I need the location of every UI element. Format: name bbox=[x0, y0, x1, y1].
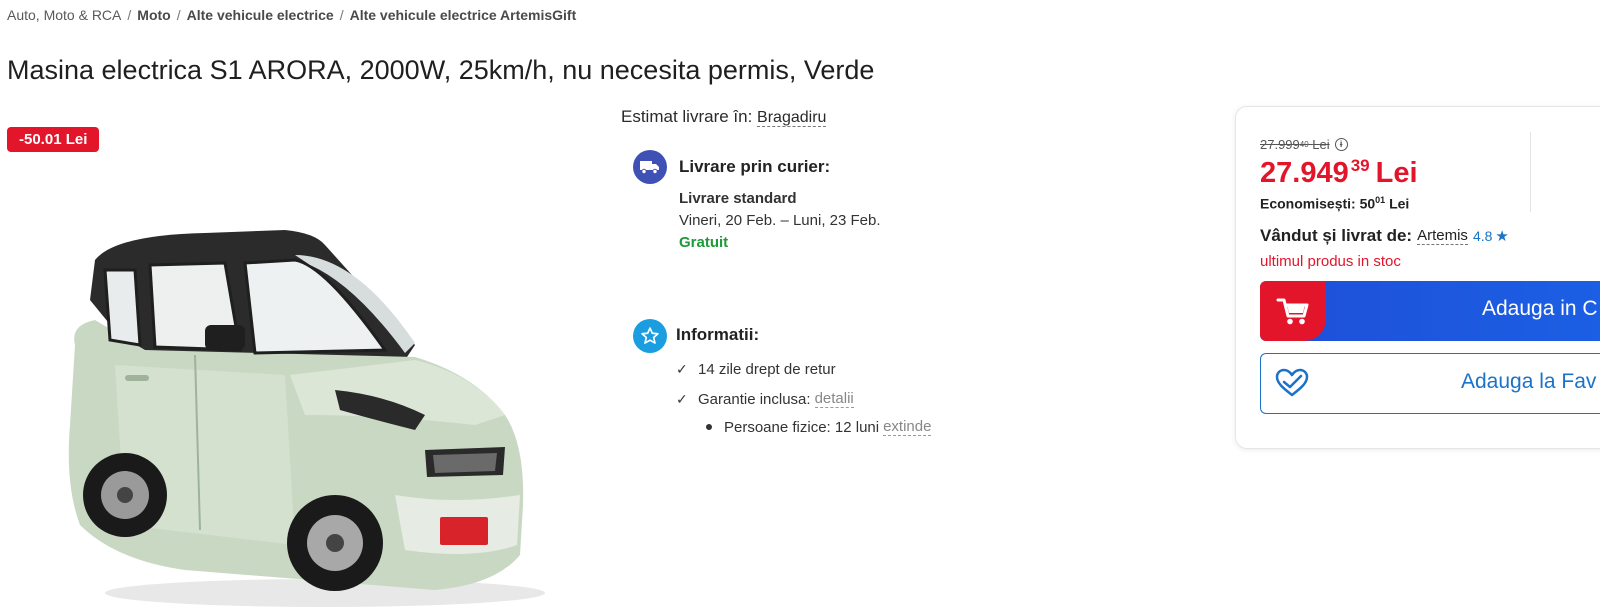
check-icon: ✓ bbox=[676, 361, 688, 377]
current-price-int: 27.949 bbox=[1260, 157, 1349, 189]
product-image[interactable] bbox=[55, 225, 545, 610]
add-to-cart-button[interactable]: Adauga in C bbox=[1260, 281, 1600, 341]
standard-delivery-title: Livrare standard bbox=[679, 190, 797, 207]
return-policy-row: ✓ 14 zile drept de retur bbox=[676, 361, 836, 378]
courier-delivery-heading: Livrare prin curier: bbox=[679, 157, 831, 176]
breadcrumb-item-alte-vehicule[interactable]: Alte vehicule electrice bbox=[187, 7, 334, 23]
car-product-image bbox=[68, 230, 545, 607]
standard-delivery-dates: Vineri, 20 Feb. – Luni, 23 Feb. bbox=[679, 212, 881, 229]
info-heading: Informatii: bbox=[676, 325, 760, 344]
add-to-cart-label: Adauga in C bbox=[1482, 297, 1598, 320]
cart-icon bbox=[1276, 298, 1309, 325]
warranty-row: ✓ Garantie inclusa: detalii bbox=[676, 390, 854, 408]
seller-label: Vândut și livrat de: bbox=[1260, 226, 1413, 245]
savings: Economisești: 5001 Lei bbox=[1260, 195, 1409, 212]
cart-icon-area bbox=[1260, 281, 1326, 341]
seller-name-link[interactable]: Artemis bbox=[1417, 227, 1468, 245]
old-price-currency: Lei bbox=[1312, 137, 1330, 152]
old-price-int: 27.999 bbox=[1260, 137, 1300, 152]
savings-dec: 01 bbox=[1375, 195, 1386, 205]
delivery-estimate-label: Estimat livrare în: bbox=[621, 107, 753, 126]
truck-icon bbox=[633, 150, 667, 184]
price-card-divider bbox=[1530, 132, 1531, 212]
warranty-details-link[interactable]: detalii bbox=[814, 390, 854, 408]
breadcrumb-separator: / bbox=[176, 7, 181, 23]
warranty-label: Garantie inclusa: bbox=[698, 390, 811, 408]
return-policy-text: 14 zile drept de retur bbox=[698, 361, 836, 378]
add-to-favorites-label: Adauga la Fav bbox=[1461, 370, 1597, 393]
seller-rating: 4.8 bbox=[1472, 228, 1493, 244]
warranty-persons-row: Persoane fizice: 12 luni extinde bbox=[706, 418, 932, 436]
savings-currency: Lei bbox=[1389, 195, 1410, 212]
breadcrumb-item-artemisgift[interactable]: Alte vehicule electrice ArtemisGift bbox=[350, 7, 577, 23]
heart-icon bbox=[1275, 368, 1309, 397]
rating-star-icon: ★ bbox=[1495, 228, 1509, 245]
page-title: Masina electrica S1 ARORA, 2000W, 25km/h… bbox=[7, 55, 875, 85]
warranty-persons-text: Persoane fizice: 12 luni bbox=[724, 418, 880, 436]
seller-info: Vândut și livrat de: Artemis 4.8 ★ bbox=[1260, 226, 1509, 246]
bullet-icon bbox=[706, 424, 712, 430]
old-price-dec: 40 bbox=[1299, 140, 1309, 149]
old-price: 27.999 40 Lei i bbox=[1260, 137, 1348, 152]
delivery-estimate: Estimat livrare în: Bragadiru bbox=[621, 107, 827, 127]
info-icon[interactable]: i bbox=[1334, 138, 1348, 151]
current-price-dec: 39 bbox=[1350, 156, 1370, 175]
savings-int: 50 bbox=[1359, 195, 1376, 212]
breadcrumb-separator: / bbox=[339, 7, 344, 23]
warranty-extend-link[interactable]: extinde bbox=[883, 418, 932, 436]
breadcrumb-separator: / bbox=[127, 7, 132, 23]
delivery-location-link[interactable]: Bragadiru bbox=[757, 109, 827, 127]
star-icon bbox=[633, 319, 667, 353]
breadcrumb: Auto, Moto & RCA / Moto / Alte vehicule elec… bbox=[7, 7, 576, 23]
check-icon: ✓ bbox=[676, 390, 688, 407]
breadcrumb-item-moto[interactable]: Moto bbox=[137, 7, 170, 23]
add-to-favorites-button[interactable]: Adauga la Fav bbox=[1260, 353, 1600, 414]
breadcrumb-item-auto-moto-rca[interactable]: Auto, Moto & RCA bbox=[7, 7, 121, 23]
stock-status: ultimul produs in stoc bbox=[1260, 253, 1401, 270]
current-price-currency: Lei bbox=[1375, 157, 1418, 189]
current-price: 27.949 39 Lei bbox=[1260, 156, 1418, 190]
discount-badge: -50.01 Lei bbox=[7, 127, 100, 152]
standard-delivery-price: Gratuit bbox=[679, 234, 729, 251]
savings-label: Economisești: bbox=[1260, 195, 1356, 212]
